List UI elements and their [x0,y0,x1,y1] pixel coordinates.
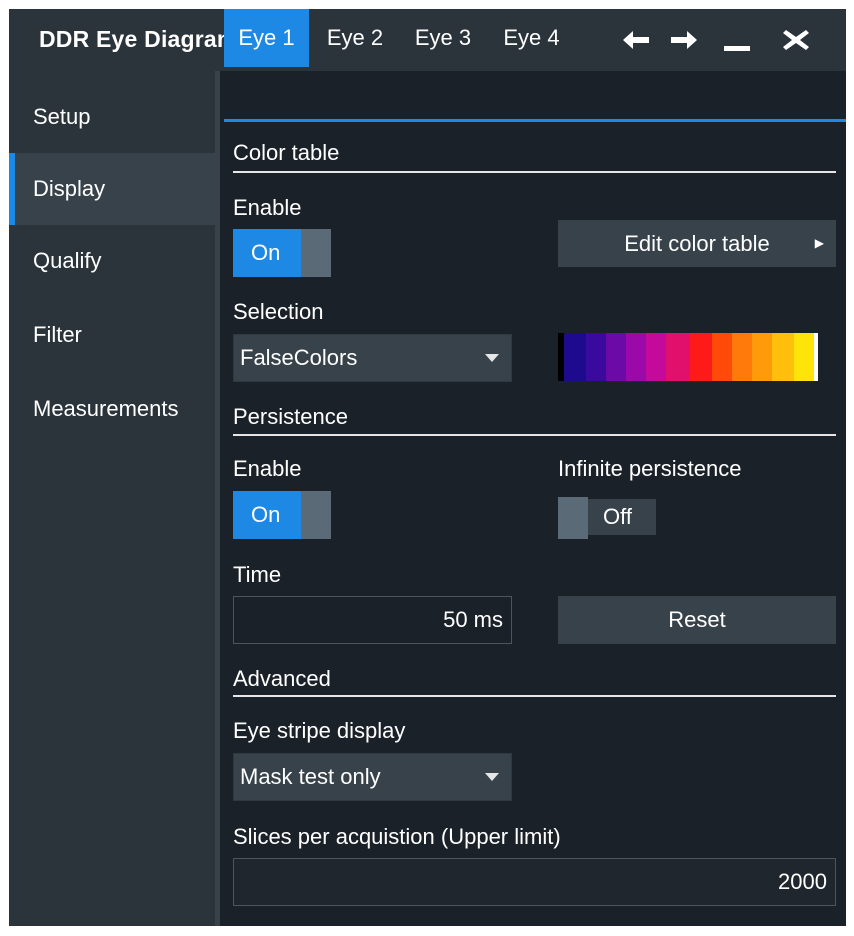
sidebar-item-label: Measurements [33,396,179,421]
palette-swatch [814,333,818,381]
section-color-table: Color table [233,140,340,165]
sidebar-item-setup[interactable]: Setup [9,81,215,153]
toggle-state: On [233,491,301,539]
selection-dropdown[interactable]: FalseColors [233,334,512,382]
palette-swatch [732,333,752,381]
section-divider [233,434,836,436]
palette-swatch [772,333,794,381]
sidebar-item-measurements[interactable]: Measurements [9,373,215,445]
slices-per-acquisition-input[interactable]: 2000 [233,858,836,906]
edit-color-table-button[interactable]: Edit color table ▶ [558,220,836,267]
sidebar-item-label: Qualify [33,248,102,273]
color-table-enable-label: Enable [233,195,302,220]
section-divider [233,695,836,697]
palette-swatch [626,333,646,381]
dialog-title: DDR Eye Diagram [39,26,238,52]
section-advanced: Advanced [233,666,331,691]
toggle-knob [558,497,588,539]
selection-label: Selection [233,299,324,324]
infinite-persistence-toggle[interactable]: Off [558,497,656,545]
eye-stripe-display-value: Mask test only [240,764,381,789]
toggle-state: On [233,229,301,277]
section-divider [233,171,836,173]
tab-eye-2[interactable]: Eye 2 [312,9,398,67]
sidebar-item-label: Filter [33,322,82,347]
eye-stripe-display-label: Eye stripe display [233,718,406,743]
sidebar-item-display[interactable]: Display [9,153,215,225]
infinite-persistence-label: Infinite persistence [558,456,742,481]
palette-swatch [666,333,690,381]
chevron-down-icon [485,354,499,362]
tab-eye-3[interactable]: Eye 3 [401,9,485,67]
palette-swatch [586,333,606,381]
forward-arrow-icon[interactable] [669,29,699,51]
ddr-eye-diagram-dialog: DDR Eye Diagram Setup Display Qualify Fi… [9,9,846,926]
persistence-enable-label: Enable [233,456,302,481]
chevron-down-icon [485,773,499,781]
time-label: Time [233,562,282,587]
tab-eye-4[interactable]: Eye 4 [488,9,575,67]
palette-swatch [646,333,666,381]
palette-swatch [752,333,772,381]
minimize-icon[interactable] [722,29,752,51]
sidebar-item-label: Display [33,176,106,201]
time-input[interactable]: 50 ms [233,596,512,644]
back-arrow-icon[interactable] [621,29,651,51]
submenu-arrow-icon: ▶ [814,236,824,250]
palette-swatch [606,333,626,381]
toggle-knob [301,491,331,539]
color-table-enable-toggle[interactable]: On [233,229,331,277]
sidebar-item-label: Setup [33,104,91,129]
persistence-enable-toggle[interactable]: On [233,491,331,539]
tab-underline [224,119,846,122]
toggle-state: Off [603,504,632,529]
palette-swatch [712,333,732,381]
close-icon[interactable] [781,29,811,51]
edit-color-table-label: Edit color table [624,231,770,256]
reset-button[interactable]: Reset [558,596,836,644]
tab-eye-1[interactable]: Eye 1 [224,9,309,67]
sidebar: Setup Display Qualify Filter Measurement… [9,71,215,926]
color-palette-preview [558,333,830,381]
panel-divider [215,71,220,926]
palette-swatch [690,333,712,381]
selection-value: FalseColors [240,345,358,370]
sidebar-item-qualify[interactable]: Qualify [9,225,215,297]
toggle-knob [301,229,331,277]
slices-per-acquisition-label: Slices per acquistion (Upper limit) [233,824,561,849]
section-persistence: Persistence [233,404,348,429]
palette-swatch [564,333,586,381]
sidebar-item-filter[interactable]: Filter [9,299,215,371]
eye-stripe-display-dropdown[interactable]: Mask test only [233,753,512,801]
palette-swatch [794,333,814,381]
